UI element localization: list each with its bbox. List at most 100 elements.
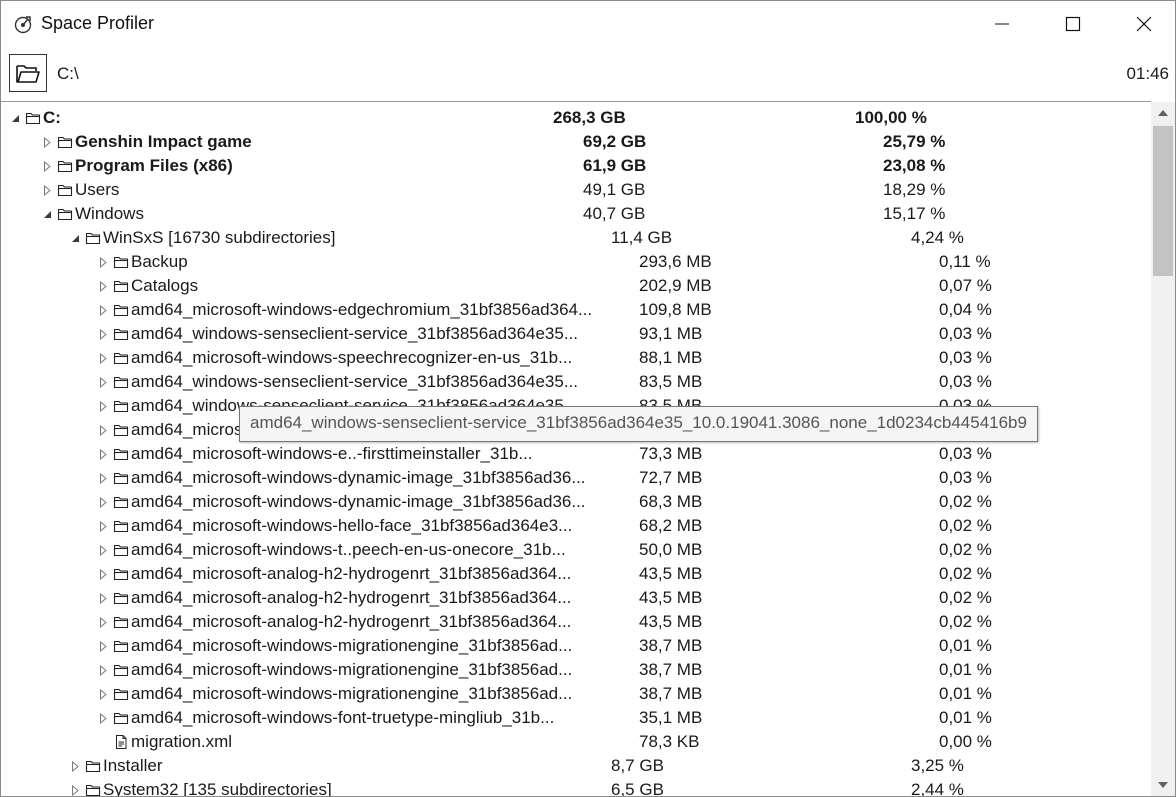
item-size: 72,7 MB [639, 468, 703, 487]
item-name: amd64_microsoft-windows-migrationengine_… [131, 660, 573, 679]
collapsed-arrow-icon[interactable] [96, 346, 110, 370]
tree-row[interactable]: C: 268,3 GB 100,00 % [1, 106, 1151, 130]
toolbar: C:\ 01:46 [1, 49, 1175, 99]
item-percent: 0,03 % [939, 372, 992, 391]
folder-tree[interactable]: C: 268,3 GB 100,00 % Genshin Impact game 69,… [1, 101, 1151, 797]
item-percent: 0,00 % [939, 732, 992, 751]
tree-row[interactable]: Backup 293,6 MB 0,11 % [1, 250, 1151, 274]
file-icon [112, 730, 130, 754]
close-button[interactable] [1109, 1, 1175, 47]
collapsed-arrow-icon[interactable] [68, 778, 82, 796]
expanded-arrow-icon[interactable] [68, 226, 82, 250]
open-folder-button[interactable] [9, 54, 47, 92]
tree-row[interactable]: System32 [135 subdirectories] 6,5 GB 2,44 … [1, 778, 1151, 797]
item-size: 83,5 MB [639, 372, 703, 391]
item-name: WinSxS [16730 subdirectories] [103, 228, 336, 247]
collapsed-arrow-icon[interactable] [96, 634, 110, 658]
item-percent: 0,02 % [939, 612, 992, 631]
tree-row[interactable]: amd64_windows-senseclient-service_31bf38… [1, 370, 1151, 394]
folder-icon [112, 586, 130, 610]
tree-row[interactable]: amd64_microsoft-windows-speechrecognizer… [1, 346, 1151, 370]
scroll-thumb[interactable] [1153, 126, 1173, 276]
tree-row[interactable]: amd64_microsoft-windows-dynamic-image_31… [1, 466, 1151, 490]
collapsed-arrow-icon[interactable] [96, 538, 110, 562]
expanded-arrow-icon[interactable] [40, 202, 54, 226]
tree-row[interactable]: Users 49,1 GB 18,29 % [1, 178, 1151, 202]
tree-row[interactable]: amd64_microsoft-windows-migrationengine_… [1, 682, 1151, 706]
collapsed-arrow-icon[interactable] [96, 250, 110, 274]
collapsed-arrow-icon[interactable] [96, 658, 110, 682]
tree-row[interactable]: amd64_microsoft-windows-edgechromium_31b… [1, 298, 1151, 322]
collapsed-arrow-icon[interactable] [96, 706, 110, 730]
scroll-down-button[interactable] [1151, 774, 1175, 796]
collapsed-arrow-icon[interactable] [96, 298, 110, 322]
tree-row[interactable]: amd64_windows-senseclient-service_31bf38… [1, 322, 1151, 346]
item-size: 68,3 MB [639, 492, 703, 511]
folder-icon [56, 178, 74, 202]
item-percent: 0,02 % [939, 540, 992, 559]
collapsed-arrow-icon[interactable] [96, 418, 110, 442]
collapsed-arrow-icon[interactable] [96, 466, 110, 490]
item-percent: 0,03 % [939, 444, 992, 463]
scan-time: 01:46 [1126, 64, 1169, 83]
item-size: 50,0 MB [639, 540, 703, 559]
scroll-up-button[interactable] [1151, 102, 1175, 124]
collapsed-arrow-icon[interactable] [96, 682, 110, 706]
folder-icon [84, 226, 102, 250]
item-size: 109,8 MB [639, 300, 712, 319]
item-size: 6,5 GB [611, 780, 664, 797]
collapsed-arrow-icon[interactable] [96, 274, 110, 298]
maximize-button[interactable] [1038, 1, 1108, 47]
collapsed-arrow-icon[interactable] [96, 394, 110, 418]
tree-row[interactable]: Catalogs 202,9 MB 0,07 % [1, 274, 1151, 298]
folder-open-icon [16, 65, 40, 83]
collapsed-arrow-icon[interactable] [96, 610, 110, 634]
folder-icon [112, 346, 130, 370]
tree-row[interactable]: migration.xml 78,3 KB 0,00 % [1, 730, 1151, 754]
item-name: migration.xml [131, 732, 233, 751]
collapsed-arrow-icon[interactable] [96, 490, 110, 514]
item-name: amd64_microsoft-analog-h2-hydrogenrt_31b… [131, 612, 572, 631]
item-percent: 15,17 % [883, 204, 946, 223]
tree-row[interactable]: amd64_microsoft-windows-dynamic-image_31… [1, 490, 1151, 514]
collapsed-arrow-icon[interactable] [96, 322, 110, 346]
tree-row[interactable]: WinSxS [16730 subdirectories] 11,4 GB 4,24… [1, 226, 1151, 250]
item-percent: 2,44 % [911, 780, 964, 797]
collapsed-arrow-icon[interactable] [68, 754, 82, 778]
folder-icon [112, 706, 130, 730]
tree-row[interactable]: Installer 8,7 GB 3,25 % [1, 754, 1151, 778]
collapsed-arrow-icon[interactable] [40, 178, 54, 202]
tree-row[interactable]: amd64_microsoft-analog-h2-hydrogenrt_31b… [1, 562, 1151, 586]
collapsed-arrow-icon[interactable] [96, 442, 110, 466]
collapsed-arrow-icon[interactable] [96, 514, 110, 538]
tree-row[interactable]: Genshin Impact game 69,2 GB 25,79 % [1, 130, 1151, 154]
item-name: amd64_microsoft-windows-migrationengine_… [131, 684, 573, 703]
item-size: 49,1 GB [583, 180, 646, 199]
tree-row[interactable]: Program Files (x86) 61,9 GB 23,08 % [1, 154, 1151, 178]
collapsed-arrow-icon[interactable] [96, 562, 110, 586]
minimize-button[interactable] [967, 1, 1037, 47]
item-percent: 0,03 % [939, 348, 992, 367]
item-size: 268,3 GB [553, 108, 626, 127]
tree-row[interactable]: amd64_microsoft-windows-t..peech-en-us-o… [1, 538, 1151, 562]
tree-row[interactable]: amd64_microsoft-windows-font-truetype-mi… [1, 706, 1151, 730]
collapsed-arrow-icon[interactable] [96, 370, 110, 394]
item-name: amd64_windows-senseclient-service_31bf38… [131, 372, 579, 391]
item-name: amd64_microsoft-windows-speechrecognizer… [131, 348, 573, 367]
expanded-arrow-icon[interactable] [8, 106, 22, 130]
tree-row[interactable]: amd64_microsoft-windows-migrationengine_… [1, 634, 1151, 658]
item-size: 93,1 MB [639, 324, 703, 343]
vertical-scrollbar[interactable] [1151, 102, 1175, 796]
folder-icon [112, 634, 130, 658]
tree-row[interactable]: amd64_microsoft-windows-hello-face_31bf3… [1, 514, 1151, 538]
collapsed-arrow-icon[interactable] [40, 130, 54, 154]
tree-row[interactable]: amd64_microsoft-windows-e..-firsttimeins… [1, 442, 1151, 466]
item-name: Genshin Impact game [75, 132, 252, 151]
tree-row[interactable]: amd64_microsoft-analog-h2-hydrogenrt_31b… [1, 610, 1151, 634]
collapsed-arrow-icon[interactable] [96, 586, 110, 610]
close-icon [1136, 16, 1152, 32]
collapsed-arrow-icon[interactable] [40, 154, 54, 178]
tree-row[interactable]: amd64_microsoft-analog-h2-hydrogenrt_31b… [1, 586, 1151, 610]
tree-row[interactable]: amd64_microsoft-windows-migrationengine_… [1, 658, 1151, 682]
tree-row[interactable]: Windows 40,7 GB 15,17 % [1, 202, 1151, 226]
